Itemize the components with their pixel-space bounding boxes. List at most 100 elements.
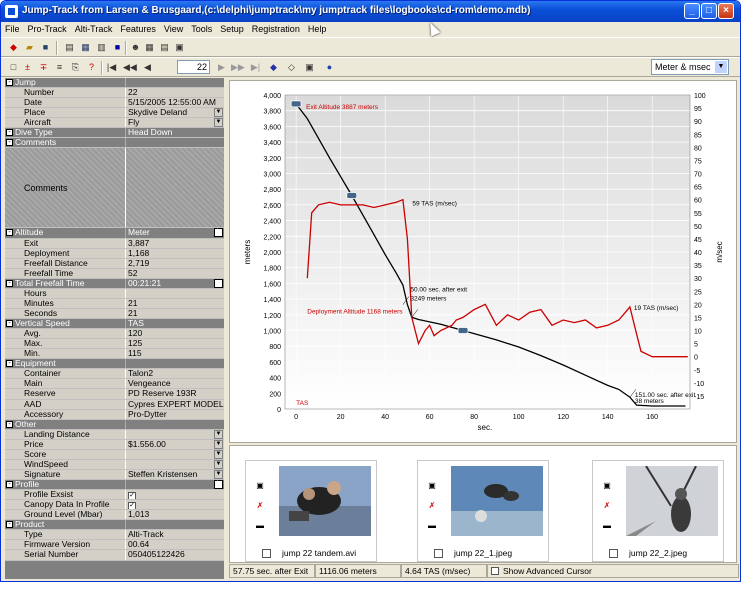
menu-registration[interactable]: Registration [248, 22, 304, 36]
save-icon[interactable]: ■ [39, 41, 52, 54]
select-media-checkbox[interactable] [609, 549, 618, 558]
field-date[interactable]: Date 5/15/2005 12:55:00 AM [5, 98, 224, 109]
section-comments[interactable]: - Comments [5, 138, 224, 149]
add-record-icon[interactable]: ± [21, 61, 34, 74]
media-card[interactable]: ▣ ✗ ▬ jump 22 tandem.avi [245, 460, 377, 562]
section-altitude[interactable]: - Altitude Meter ✎ [5, 228, 224, 239]
calendar-icon[interactable]: ▦ [214, 278, 223, 288]
dropdown-arrow-icon[interactable]: ▼ [214, 118, 223, 128]
media-thumbnail[interactable] [451, 466, 543, 536]
delete-record-icon[interactable]: ∓ [37, 61, 50, 74]
menu-alti-track[interactable]: Alti-Track [71, 22, 117, 36]
list-icon[interactable]: ▣ [173, 41, 186, 54]
section-other[interactable]: - Other [5, 419, 224, 430]
delete-icon[interactable]: ✗ [426, 501, 438, 510]
prev-page-icon[interactable]: ◀◀ [123, 61, 137, 74]
field-container[interactable]: Container Talon2 [5, 369, 224, 380]
smiley-icon[interactable]: ☻ [129, 41, 142, 54]
menu-file[interactable]: File [1, 22, 24, 36]
jump-profile-chart[interactable]: 0 200 400 600 800 1,000 1,200 1,400 1,600 1,800 2,… [229, 80, 737, 443]
media-card[interactable]: ▣ ✗ ▬ jump 22_1.jpeg [417, 460, 549, 562]
field-dive-type[interactable]: - Dive Type Head Down [5, 128, 224, 139]
comments-field[interactable]: Comments [5, 148, 224, 229]
camera-icon[interactable]: ▣ [303, 61, 316, 74]
field-minutes[interactable]: Minutes 21 [5, 298, 224, 309]
prev-record-icon[interactable]: ◀ [141, 61, 154, 74]
field-hours[interactable]: Hours [5, 288, 224, 299]
profile-exsist-checkbox[interactable]: ✓ [128, 492, 136, 500]
stop-icon[interactable]: ■ [111, 41, 124, 54]
camera-icon[interactable]: ▣ [601, 481, 613, 490]
field-seconds[interactable]: Seconds 21 [5, 308, 224, 319]
section-total-freefall[interactable]: - Total Freefall Time 00:21:21 ▦ [5, 278, 224, 289]
grid-icon[interactable]: ▥ [95, 41, 108, 54]
dropdown-arrow-icon[interactable]: ▼ [214, 429, 223, 439]
field-score[interactable]: Score ▼ [5, 449, 224, 460]
media-thumbnail[interactable] [626, 466, 718, 536]
select-media-checkbox[interactable] [434, 549, 443, 558]
maximize-button[interactable]: □ [701, 3, 717, 19]
media-card[interactable]: ▣ ✗ ▬ jump 22_2.jpeg [592, 460, 724, 562]
section-vertical-speed[interactable]: - Vertical Speed TAS [5, 319, 224, 330]
section-equipment[interactable]: - Equipment [5, 359, 224, 370]
info-icon[interactable]: ▬ [601, 521, 613, 530]
plane-marker-icon[interactable] [290, 100, 302, 108]
field-deployment[interactable]: Deployment 1,168 [5, 248, 224, 259]
menu-tools[interactable]: Tools [187, 22, 216, 36]
field-reserve[interactable]: Reserve PD Reserve 193R [5, 389, 224, 400]
field-price[interactable]: Price $1.556.00 ▼ [5, 439, 224, 450]
minimize-button[interactable]: _ [684, 3, 700, 19]
record-number-input[interactable]: 22 [177, 60, 210, 74]
menu-pro-track[interactable]: Pro-Track [24, 22, 71, 36]
field-main[interactable]: Main Vengeance [5, 379, 224, 390]
next-record-icon[interactable]: ▶ [215, 61, 228, 74]
field-type[interactable]: Type Alti-Track [5, 530, 224, 541]
camera-icon[interactable]: ▣ [426, 481, 438, 490]
next-page-icon[interactable]: ▶▶ [231, 61, 245, 74]
dropdown-arrow-icon[interactable]: ▼ [214, 449, 223, 459]
info-icon[interactable]: ▬ [254, 521, 266, 530]
field-exit[interactable]: Exit 3,887 [5, 238, 224, 249]
field-avg-speed[interactable]: Avg. 120 [5, 329, 224, 340]
delete-icon[interactable]: ✗ [601, 501, 613, 510]
bookmark-icon[interactable]: ◆ [267, 61, 280, 74]
menu-setup[interactable]: Setup [216, 22, 248, 36]
eraser-icon[interactable]: ◇ [285, 61, 298, 74]
advanced-cursor-toggle[interactable]: Show Advanced Cursor [487, 564, 739, 578]
dropdown-arrow-icon[interactable]: ▼ [214, 459, 223, 469]
menu-view[interactable]: View [160, 22, 187, 36]
report-icon[interactable]: ▦ [79, 41, 92, 54]
dropdown-arrow-icon[interactable]: ▼ [214, 108, 223, 118]
select-media-checkbox[interactable] [262, 549, 271, 558]
edit-icon[interactable]: ✎ [214, 480, 223, 489]
open-folder-icon[interactable]: ▰ [23, 41, 36, 54]
field-accessory[interactable]: Accessory Pro-Dytter [5, 409, 224, 420]
media-thumbnail[interactable] [279, 466, 371, 536]
copy-record-icon[interactable]: ⎘ [69, 61, 82, 74]
section-product[interactable]: - Product [5, 520, 224, 531]
first-record-icon[interactable]: |◀ [105, 61, 118, 74]
field-windspeed[interactable]: WindSpeed ▼ [5, 459, 224, 470]
field-ground-level[interactable]: Ground Level (Mbar) 1,013 [5, 510, 224, 521]
menu-help[interactable]: Help [304, 22, 331, 36]
close-button[interactable]: × [718, 3, 734, 19]
table-icon[interactable]: ▦ [143, 41, 156, 54]
section-jump[interactable]: - Jump [5, 78, 224, 89]
new-logbook-icon[interactable]: ◆ [7, 41, 20, 54]
field-max-speed[interactable]: Max. 125 [5, 339, 224, 350]
advanced-cursor-checkbox[interactable] [491, 567, 499, 575]
field-aircraft[interactable]: Aircraft Fly ▼ [5, 118, 224, 129]
field-freefall-distance[interactable]: Freefall Distance 2,719 [5, 258, 224, 269]
title-bar[interactable]: Jump-Track from Larsen & Brusgaard,(c:\d… [1, 1, 740, 22]
canopy-data-checkbox[interactable]: ✓ [128, 502, 136, 510]
units-select[interactable]: Meter & msec ▼ [651, 59, 729, 75]
last-record-icon[interactable]: ▶| [249, 61, 262, 74]
plane-marker-icon[interactable] [346, 192, 358, 199]
field-firmware[interactable]: Firmware Version 00.64 [5, 540, 224, 551]
field-signature[interactable]: Signature Steffen Kristensen ▼ [5, 469, 224, 480]
plane-marker-icon[interactable] [457, 327, 469, 334]
field-landing-distance[interactable]: Landing Distance ▼ [5, 429, 224, 440]
blank-page-icon[interactable]: □ [7, 61, 20, 74]
menu-features[interactable]: Features [116, 22, 160, 36]
query-icon[interactable]: ? [85, 61, 98, 74]
